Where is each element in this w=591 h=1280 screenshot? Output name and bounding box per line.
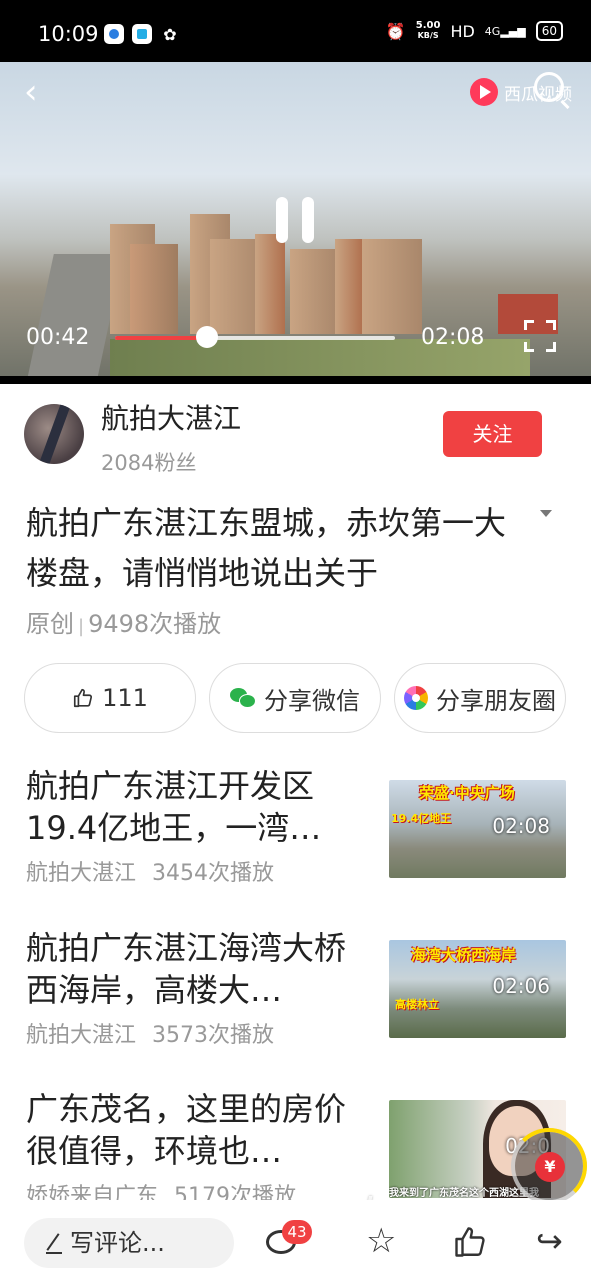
related-item[interactable]: 航拍广东湛江开发区19.4亿地王，一湾… 航拍大湛江 3454次播放 (26, 765, 366, 887)
share-wechat-button[interactable]: 分享微信 (209, 663, 381, 733)
video-player[interactable]: ‹ 西瓜视频 00:42 02:08 (0, 62, 591, 384)
author-name[interactable]: 航拍大湛江 (101, 397, 241, 437)
share-icon[interactable]: ↪ (536, 1224, 572, 1260)
meta-original: 原创 (26, 610, 74, 638)
signal-label: 4G (484, 24, 501, 38)
status-time: 10:09 (38, 22, 99, 46)
meta-separator: | (78, 616, 85, 637)
moments-icon (404, 686, 428, 710)
comment-placeholder: 写评论... (70, 1229, 165, 1257)
comment-input[interactable]: 写评论... (24, 1218, 234, 1268)
network-speed: 5.00 KB/S (416, 21, 441, 41)
related-author: 航拍大湛江 (26, 861, 137, 886)
bottom-bar: 写评论... 43 ☆ ↪ (0, 1200, 591, 1280)
share-moments-button[interactable]: 分享朋友圈 (394, 663, 566, 733)
video-meta: 原创 | 9498次播放 (26, 604, 221, 639)
related-item[interactable]: 广东茂名，这里的房价很值得，环境也… 娇娇来自广东 5179次播放 (26, 1088, 366, 1210)
app-icon-blue (104, 24, 124, 44)
related-thumbnail[interactable]: 荣盛·中央广场 19.4亿地王 02:08 (389, 780, 566, 878)
related-title: 航拍广东湛江海湾大桥西海岸，高楼大… (26, 929, 347, 1009)
related-plays: 3454次播放 (152, 861, 275, 886)
thumbnail-overlay-sub: 19.4亿地王 (391, 812, 452, 825)
author-fans: 2084粉丝 (101, 451, 197, 475)
network-speed-unit: KB/S (417, 31, 439, 40)
pause-button[interactable] (276, 197, 314, 243)
expand-title-icon[interactable] (540, 510, 552, 517)
search-icon[interactable] (534, 72, 564, 102)
related-meta: 航拍大湛江 3454次播放 (26, 855, 366, 887)
duration-time: 02:08 (421, 325, 485, 350)
like-button[interactable]: 111 (24, 663, 196, 733)
red-packet-icon: ¥ (535, 1152, 565, 1182)
wechat-icon (230, 688, 256, 708)
progress-fill (115, 336, 208, 340)
related-title: 航拍广东湛江开发区19.4亿地王，一湾… (26, 767, 322, 847)
thumbnail-overlay-sub: 高楼林立 (395, 998, 439, 1011)
related-plays: 3573次播放 (152, 1023, 275, 1048)
progress-slider[interactable] (115, 326, 395, 348)
battery-icon: 60 (535, 21, 563, 41)
share-moments-label: 分享朋友圈 (436, 686, 556, 715)
star-icon[interactable]: ☆ (366, 1224, 402, 1260)
thumbnail-overlay-text: 荣盛·中央广场 (419, 784, 515, 802)
pen-icon (44, 1232, 62, 1254)
like-count: 111 (102, 684, 148, 712)
back-icon[interactable]: ‹ (24, 72, 54, 112)
status-app-icons: ✿ (104, 24, 180, 44)
fullscreen-icon[interactable] (524, 320, 556, 352)
signal-icon: 4G▂▄▆ (484, 24, 526, 38)
thumbnail-overlay-text: 海湾大桥西海岸 (411, 946, 517, 964)
network-speed-value: 5.00 (415, 20, 441, 31)
related-duration: 02:06 (492, 974, 550, 998)
video-title: 航拍广东湛江东盟城，赤坎第一大楼盘，请悄悄地说出关于 (26, 504, 507, 592)
related-item[interactable]: 航拍广东湛江海湾大桥西海岸，高楼大… 航拍大湛江 3573次播放 (26, 927, 366, 1049)
avatar[interactable] (24, 404, 84, 464)
related-thumbnail[interactable]: 海湾大桥西海岸 高楼林立 02:06 (389, 940, 566, 1038)
xigua-logo-icon (470, 78, 498, 106)
video-bottom-edge (0, 376, 591, 384)
follow-button[interactable]: 关注 (443, 411, 542, 457)
meta-plays: 9498次播放 (88, 610, 222, 638)
thumbs-up-icon[interactable] (452, 1224, 488, 1260)
uc-browser-icon: ✿ (163, 24, 177, 44)
related-title: 广东茂名，这里的房价很值得，环境也… (26, 1090, 347, 1170)
current-time: 00:42 (26, 325, 90, 350)
share-wechat-label: 分享微信 (264, 686, 360, 715)
comment-count-badge: 43 (282, 1220, 312, 1244)
app-icon-bilibili (132, 24, 152, 44)
related-author: 航拍大湛江 (26, 1023, 137, 1048)
hd-indicator: HD (450, 21, 475, 41)
thumbs-up-icon (74, 688, 93, 708)
status-bar: 10:09 ✿ ⏰ 5.00 KB/S HD 4G▂▄▆ 60 (0, 0, 591, 70)
status-right: ⏰ 5.00 KB/S HD 4G▂▄▆ 60 (386, 21, 563, 41)
related-duration: 02:08 (492, 814, 550, 838)
alarm-icon: ⏰ (385, 21, 406, 41)
related-meta: 航拍大湛江 3573次播放 (26, 1017, 366, 1049)
